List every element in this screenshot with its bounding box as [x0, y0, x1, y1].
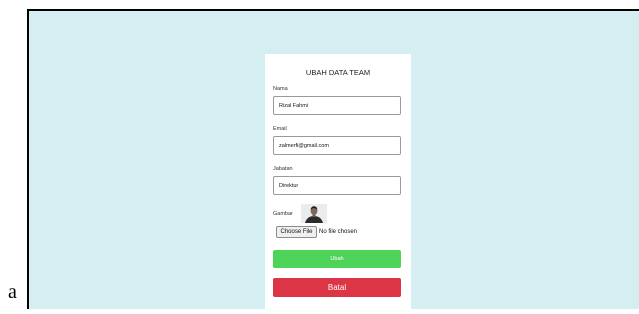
email-label: Email — [273, 126, 287, 132]
ubah-button[interactable]: Ubah — [273, 250, 401, 268]
email-input[interactable] — [273, 136, 401, 155]
nama-label: Nama — [273, 86, 288, 92]
form-title: UBAH DATA TEAM — [305, 68, 371, 77]
profile-photo-thumbnail — [301, 204, 327, 223]
choose-file-button[interactable]: Choose File — [276, 226, 317, 238]
stray-text: a — [8, 281, 17, 303]
gambar-label: Gambar — [273, 211, 293, 217]
batal-button[interactable]: Batal — [273, 278, 401, 297]
jabatan-input[interactable] — [273, 176, 401, 195]
person-photo-icon — [301, 204, 327, 223]
file-status-text: No file chosen — [319, 229, 358, 235]
edit-team-form: UBAH DATA TEAM Nama Email Jabatan Gambar… — [265, 54, 411, 314]
jabatan-label: Jabatan — [273, 166, 293, 172]
nama-input[interactable] — [273, 96, 401, 115]
